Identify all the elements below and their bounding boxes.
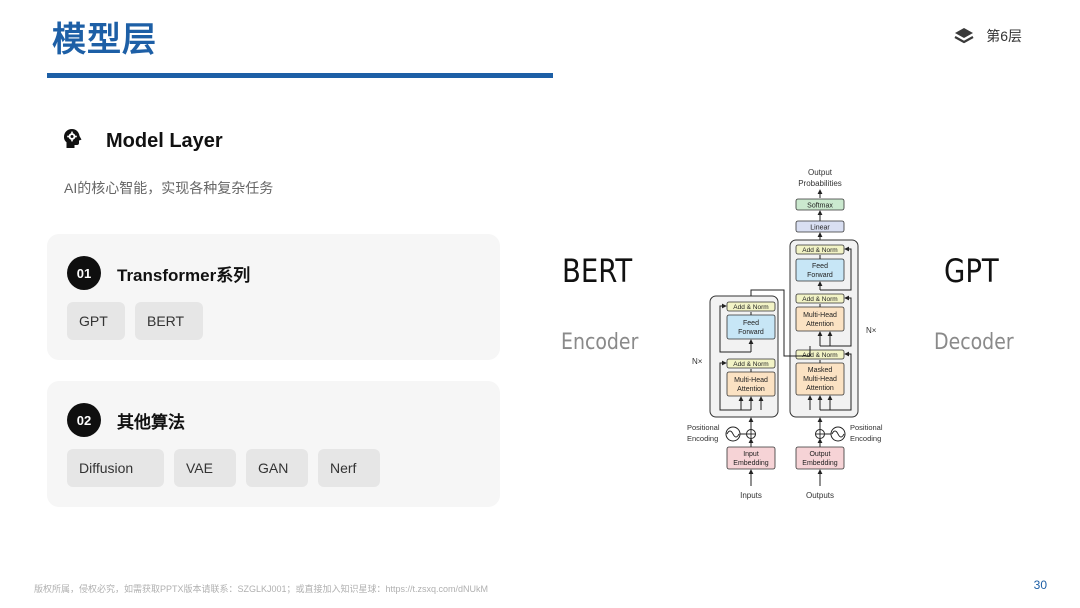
- footer-copyright: 版权所属，侵权必究，如需获取PPTX版本请联系：SZGLKJ001；或直接加入知…: [34, 584, 489, 594]
- linear-label: Linear: [810, 225, 830, 232]
- chip-list: Diffusion VAE GAN Nerf: [67, 449, 380, 487]
- brain-gear-icon: [62, 128, 84, 155]
- slide: 模型层 第6层 Model Layer AI的核心智能，实现各种复杂任务 01 …: [0, 0, 1080, 608]
- card-other-algorithms: 02 其他算法 Diffusion VAE GAN Nerf: [47, 381, 500, 507]
- inputs-label: Inputs: [740, 491, 762, 500]
- chip-gan: GAN: [246, 449, 308, 487]
- card-transformer: 01 Transformer系列 GPT BERT: [47, 234, 500, 360]
- decoder-pos-line1: Positional: [850, 423, 883, 432]
- layer-indicator: 第6层: [954, 26, 1022, 46]
- page-number: 30: [1033, 578, 1047, 592]
- page-title: 模型层: [52, 21, 157, 59]
- decoder-masked-line3: Attention: [806, 385, 834, 392]
- decoder-add-norm-3-label: Add & Norm: [802, 247, 837, 254]
- section-subtitle: AI的核心智能，实现各种复杂任务: [64, 180, 274, 196]
- encoder-label: Encoder: [561, 330, 639, 355]
- encoder-pos-line2: Encoding: [687, 434, 718, 443]
- encoder-ff-line2: Forward: [738, 329, 764, 336]
- decoder-mha-line2: Attention: [806, 321, 834, 328]
- transformer-diagram: Output Probabilities Softmax Linear Add …: [687, 168, 883, 500]
- output-embedding-line2: Embedding: [802, 460, 838, 467]
- card-title: Transformer系列: [117, 265, 251, 285]
- chip-list: GPT BERT: [67, 302, 203, 340]
- chip-gpt: GPT: [67, 302, 125, 340]
- decoder-pos-line2: Encoding: [850, 434, 881, 443]
- gpt-label: GPT: [944, 252, 999, 290]
- layers-icon: [954, 26, 974, 46]
- output-embedding-line1: Output: [809, 451, 830, 458]
- encoder-ff-line1: Feed: [743, 320, 759, 327]
- card-header: 01 Transformer系列: [67, 256, 250, 290]
- card-header: 02 其他算法: [67, 403, 185, 437]
- encoder-nx: N×: [692, 357, 703, 366]
- softmax-label: Softmax: [807, 203, 833, 210]
- encoder-pos-line1: Positional: [687, 423, 720, 432]
- bert-label: BERT: [562, 252, 633, 290]
- input-embedding-line1: Input: [743, 451, 759, 458]
- layer-label: 第6层: [986, 28, 1022, 44]
- title-underline: [47, 73, 553, 78]
- encoder-add-norm-2-label: Add & Norm: [733, 304, 768, 311]
- decoder-add-norm-2-label: Add & Norm: [802, 296, 837, 303]
- output-probabilities-line2: Probabilities: [798, 179, 842, 188]
- section-title: Model Layer: [106, 130, 223, 152]
- card-title: 其他算法: [117, 412, 185, 432]
- decoder-mha-line1: Multi-Head: [803, 312, 837, 319]
- chip-vae: VAE: [174, 449, 236, 487]
- decoder-ff-line2: Forward: [807, 272, 833, 279]
- output-probabilities-line1: Output: [808, 168, 833, 177]
- decoder-nx: N×: [866, 326, 877, 335]
- chip-bert: BERT: [135, 302, 203, 340]
- decoder-ff-line1: Feed: [812, 263, 828, 270]
- input-embedding-line2: Embedding: [733, 460, 769, 467]
- section-heading: Model Layer: [62, 128, 223, 155]
- chip-nerf: Nerf: [318, 449, 380, 487]
- encoder-add-norm-1-label: Add & Norm: [733, 361, 768, 368]
- decoder-masked-line1: Masked: [808, 367, 833, 374]
- encoder-mha-line2: Attention: [737, 386, 765, 393]
- chip-diffusion: Diffusion: [67, 449, 164, 487]
- number-badge: 01: [67, 256, 101, 290]
- decoder-label: Decoder: [934, 330, 1014, 355]
- outputs-label: Outputs: [806, 491, 834, 500]
- decoder-masked-line2: Multi-Head: [803, 376, 837, 383]
- encoder-mha-line1: Multi-Head: [734, 377, 768, 384]
- number-badge: 02: [67, 403, 101, 437]
